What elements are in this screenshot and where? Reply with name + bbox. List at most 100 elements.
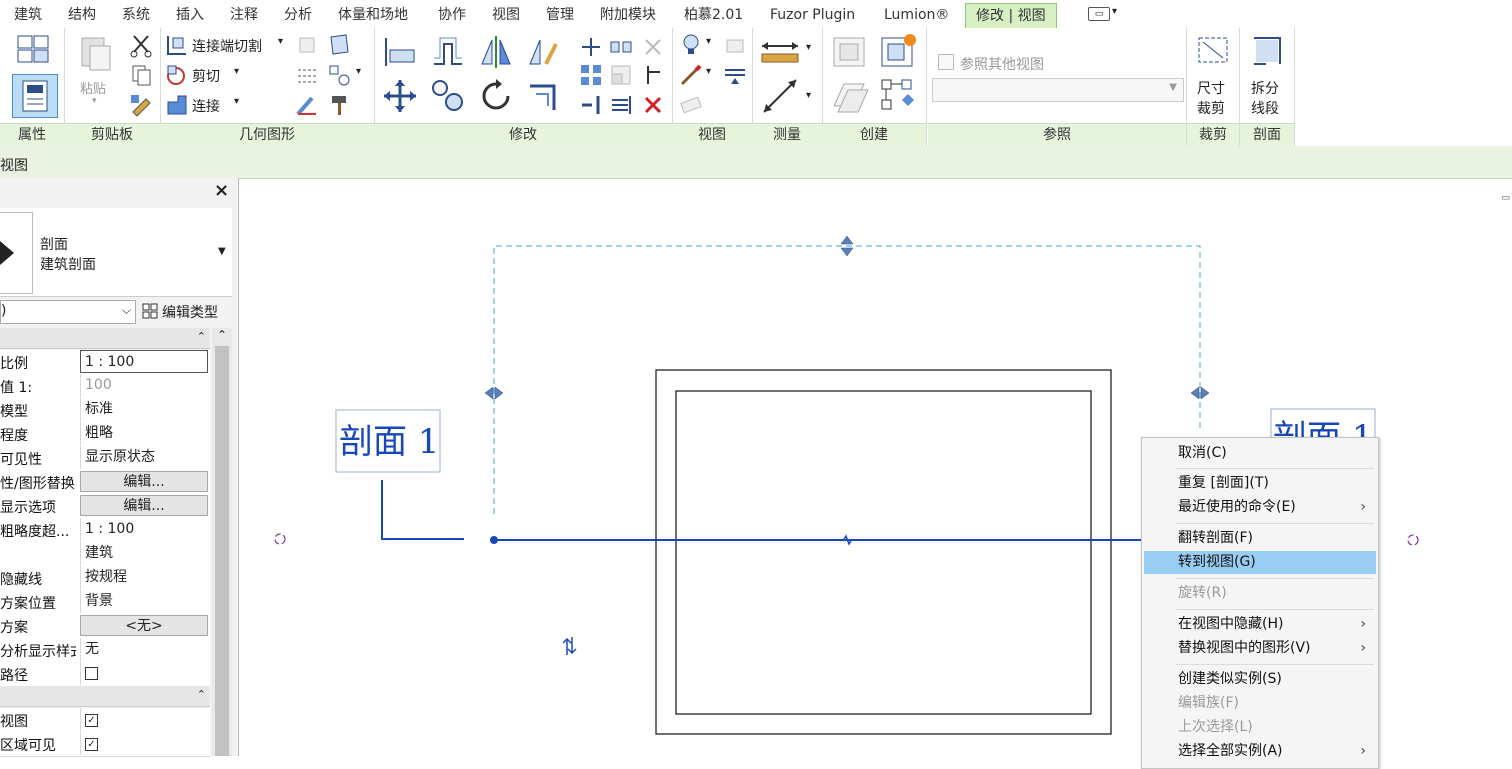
checkbox[interactable] [85, 667, 98, 680]
eraser-icon[interactable] [678, 92, 704, 118]
cycle-head-right-icon[interactable] [1407, 534, 1419, 546]
join-geometry-label[interactable]: 连接 [192, 96, 220, 116]
mirror-axis-icon[interactable] [478, 34, 514, 70]
property-value[interactable]: 1 : 100 [80, 350, 208, 373]
tab-fuzor[interactable]: Fuzor Plugin [770, 5, 855, 27]
tab-manage[interactable]: 管理 [546, 5, 574, 27]
property-row[interactable]: 比例 1 : 100 [0, 350, 210, 375]
paste-dropdown-icon[interactable]: ▾ [92, 96, 97, 106]
tab-bimo[interactable]: 柏慕2.01 [684, 5, 743, 27]
view-cube-icon[interactable]: ▭ [1501, 193, 1510, 203]
join-roof-icon[interactable] [326, 62, 352, 88]
cut-geometry-label[interactable]: 剪切 [192, 66, 220, 86]
cut-dropdown-icon[interactable]: ▾ [234, 66, 239, 77]
type-selector[interactable]: 剖面 建筑剖面 ▼ [0, 208, 232, 297]
mirror-draw-icon[interactable] [526, 34, 562, 70]
hide-dropdown-icon[interactable]: ▾ [706, 36, 711, 47]
array-icon[interactable] [578, 62, 604, 88]
tab-addins[interactable]: 附加模块 [600, 5, 656, 27]
scale-icon[interactable] [608, 62, 634, 88]
tab-structure[interactable]: 结构 [68, 5, 96, 27]
align-icon[interactable] [382, 34, 418, 70]
property-row[interactable]: 程度 粗略 [0, 422, 210, 447]
rotate-icon[interactable] [478, 78, 514, 114]
property-edit-button[interactable]: <无> [80, 615, 208, 636]
property-edit-button[interactable]: 编辑... [80, 495, 208, 516]
copy-move-icon[interactable] [430, 78, 466, 114]
wall-joins-icon[interactable] [294, 32, 320, 58]
tab-architecture[interactable]: 建筑 [14, 5, 42, 27]
tab-systems[interactable]: 系统 [122, 5, 150, 27]
section-crop-boundary[interactable] [493, 245, 1201, 514]
property-row[interactable]: 区域可见 ✓ [0, 732, 210, 757]
brush-dropdown-icon[interactable]: ▾ [706, 66, 711, 77]
checkbox[interactable]: ✓ [85, 714, 98, 727]
join-geometry-icon[interactable] [164, 92, 190, 118]
cut-geometry-icon[interactable] [164, 62, 190, 88]
split-face-icon[interactable] [326, 32, 352, 58]
tab-annotate[interactable]: 注释 [230, 5, 258, 27]
context-menu-item[interactable]: 转到视图(G) [1144, 551, 1376, 574]
chevron-down-icon[interactable]: ▾ [1112, 6, 1117, 17]
context-menu-item[interactable]: 创建类似实例(S) [1144, 668, 1376, 691]
property-checkbox[interactable]: ✓ [80, 708, 208, 731]
paint-icon[interactable] [294, 92, 320, 118]
tab-collaborate[interactable]: 协作 [438, 5, 466, 27]
reference-view-select[interactable]: ▼ [932, 78, 1184, 102]
property-row[interactable]: 方案 <无> [0, 614, 210, 639]
tab-view[interactable]: 视图 [492, 5, 520, 27]
create-similar-icon[interactable] [830, 34, 870, 70]
cut-icon[interactable] [128, 32, 154, 58]
context-menu-item[interactable]: 在视图中隐藏(H) › [1144, 613, 1376, 636]
property-row[interactable]: 值 1: 100 [0, 374, 210, 399]
property-row[interactable]: 分析显示样式无 [0, 638, 210, 663]
property-row[interactable]: 路径 [0, 662, 210, 687]
property-checkbox[interactable]: ✓ [80, 732, 208, 755]
tab-analyze[interactable]: 分析 [284, 5, 312, 27]
property-row[interactable]: 性/图形替换 编辑... [0, 470, 210, 495]
context-menu-item[interactable]: 重复 [剖面](T) [1144, 472, 1376, 495]
cope-label[interactable]: 连接端切割 [192, 36, 262, 56]
override-graphics-icon[interactable] [722, 32, 748, 58]
create-group-icon[interactable] [878, 32, 918, 70]
tab-massing-site[interactable]: 体量和场地 [338, 5, 408, 27]
property-row[interactable]: 粗略度超... 1 : 100 [0, 518, 210, 543]
paste-icon[interactable] [78, 32, 114, 72]
property-checkbox[interactable] [80, 662, 208, 685]
context-menu-item[interactable]: 选择全部实例(A) › [1144, 740, 1376, 763]
move-icon[interactable] [382, 78, 418, 114]
property-row[interactable]: 隐藏线 按规程 [0, 566, 210, 591]
scrollbar-thumb[interactable] [215, 346, 229, 756]
dimension-icon[interactable] [760, 76, 800, 116]
join-roof-dropdown-icon[interactable]: ▾ [356, 66, 361, 77]
dimension-dropdown-icon[interactable]: ▾ [806, 90, 811, 101]
property-row[interactable]: 视图 ✓ [0, 708, 210, 733]
close-icon[interactable]: × [214, 180, 229, 201]
match-properties-icon[interactable] [128, 92, 154, 118]
cope-dropdown-icon[interactable]: ▾ [278, 36, 283, 47]
pin-icon[interactable] [640, 34, 666, 60]
copy-icon[interactable] [128, 62, 154, 88]
context-menu-item[interactable]: 翻转剖面(F) [1144, 527, 1376, 550]
tab-insert[interactable]: 插入 [176, 5, 204, 27]
property-row[interactable]: 方案位置 背景 [0, 590, 210, 615]
move-small-icon[interactable] [578, 34, 604, 60]
copy-element-icon[interactable] [608, 34, 634, 60]
reference-other-view-checkbox[interactable] [938, 54, 954, 70]
section-line-tail[interactable] [381, 480, 464, 540]
delete-icon[interactable] [640, 92, 666, 118]
tab-lumion[interactable]: Lumion® [884, 5, 949, 27]
flip-section-icon[interactable] [562, 637, 577, 655]
context-menu-item[interactable]: 取消(C) [1144, 442, 1376, 465]
measure-dropdown-icon[interactable]: ▾ [806, 42, 811, 53]
split-icon[interactable] [578, 92, 604, 118]
property-row[interactable]: 模型 标准 [0, 398, 210, 423]
unpin-icon[interactable] [640, 62, 666, 88]
tab-modify-view[interactable]: 修改 | 视图 [965, 3, 1057, 28]
trim-extend-icon[interactable] [526, 78, 562, 114]
split-gap-icon[interactable] [608, 92, 634, 118]
context-menu-item[interactable]: 替换视图中的图形(V) › [1144, 637, 1376, 660]
properties-toggle-button[interactable] [12, 74, 58, 118]
group-header-extents[interactable]: ⌃ [0, 686, 210, 707]
size-crop-button[interactable]: 尺寸 裁剪 [1187, 28, 1239, 124]
